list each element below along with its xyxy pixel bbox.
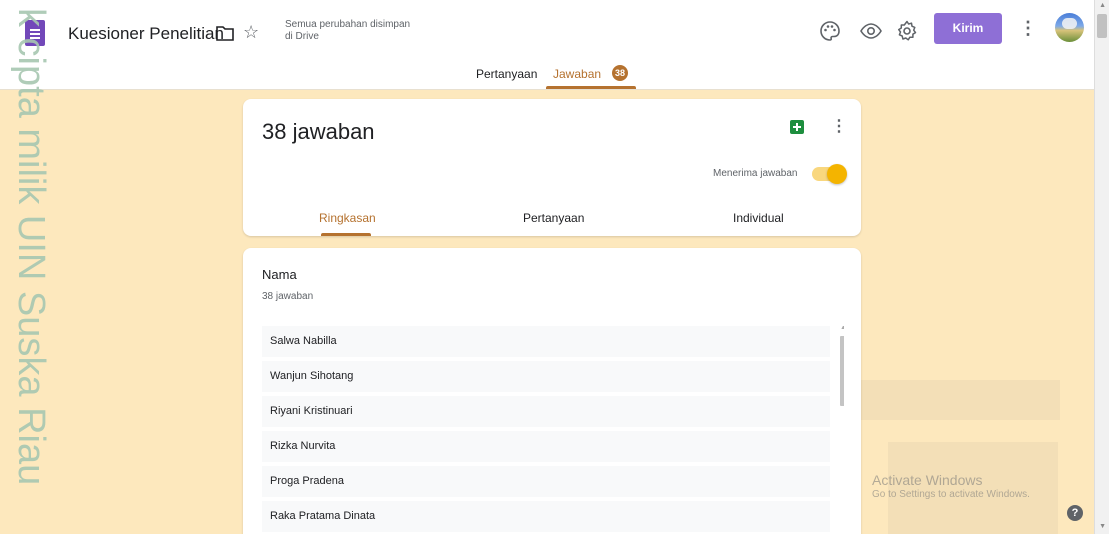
more-vert-icon[interactable]: ⋮: [1019, 18, 1037, 38]
scroll-thumb[interactable]: [1097, 14, 1107, 38]
activate-windows-overlay: Activate Windows Go to Settings to activ…: [872, 472, 1030, 500]
page-scrollbar[interactable]: ▲ ▼: [1094, 0, 1109, 534]
tab-summary[interactable]: Ringkasan: [319, 211, 376, 225]
app-header: Kuesioner Penelitian ☆ Semua perubahan d…: [0, 0, 1109, 90]
activate-windows-title: Activate Windows: [872, 472, 983, 488]
list-item: Riyani Kristinuari: [262, 396, 830, 427]
document-title[interactable]: Kuesioner Penelitian: [68, 24, 224, 44]
toggle-knob: [827, 164, 847, 184]
more-vert-icon[interactable]: ⋮: [831, 116, 847, 136]
tab-questions[interactable]: Pertanyaan: [476, 67, 537, 81]
gear-icon[interactable]: [895, 19, 919, 43]
activate-windows-subtitle: Go to Settings to activate Windows.: [872, 489, 1030, 500]
accept-responses-toggle[interactable]: [812, 164, 847, 184]
active-subtab-indicator: [321, 233, 371, 236]
question-summary-card: Nama 38 jawaban Salwa Nabilla Wanjun Sih…: [243, 248, 861, 534]
question-response-count: 38 jawaban: [262, 291, 314, 302]
palette-icon[interactable]: [818, 19, 842, 43]
list-item: Salwa Nabilla: [262, 326, 830, 357]
active-tab-indicator: [546, 86, 636, 89]
avatar[interactable]: [1055, 13, 1084, 42]
question-title: Nama: [262, 267, 297, 282]
tab-responses[interactable]: Jawaban: [553, 67, 601, 81]
folder-icon[interactable]: [216, 25, 234, 41]
help-icon[interactable]: ?: [1067, 505, 1083, 521]
scroll-up-arrow-icon[interactable]: ▲: [1099, 2, 1106, 9]
sheets-icon[interactable]: [790, 120, 804, 134]
responses-title: 38 jawaban: [262, 119, 375, 144]
save-status: Semua perubahan disimpan di Drive: [285, 19, 411, 42]
tab-individual[interactable]: Individual: [733, 211, 784, 225]
list-item: Rizka Nurvita: [262, 431, 830, 462]
star-icon[interactable]: ☆: [243, 22, 259, 42]
eye-icon[interactable]: [859, 19, 883, 43]
watermark-text: k cipta milik UIN Suska Riau: [10, 8, 52, 486]
responses-summary-card: 38 jawaban ⋮ Menerima jawaban Ringkasan …: [243, 99, 861, 236]
list-item: Wanjun Sihotang: [262, 361, 830, 392]
list-item: Raka Pratama Dinata: [262, 501, 830, 532]
scroll-down-arrow-icon[interactable]: ▼: [1099, 523, 1106, 530]
scroll-thumb[interactable]: [840, 336, 844, 406]
scroll-up-arrow-icon[interactable]: ▲: [840, 326, 844, 331]
accept-responses-label: Menerima jawaban: [713, 168, 798, 179]
responses-count-badge: 38: [612, 65, 628, 81]
answer-list-scrollbar[interactable]: ▲: [839, 326, 844, 534]
send-button[interactable]: Kirim: [934, 13, 1002, 44]
list-item: Proga Pradena: [262, 466, 830, 497]
answer-list[interactable]: Salwa Nabilla Wanjun Sihotang Riyani Kri…: [262, 326, 844, 534]
tab-by-question[interactable]: Pertanyaan: [523, 211, 584, 225]
